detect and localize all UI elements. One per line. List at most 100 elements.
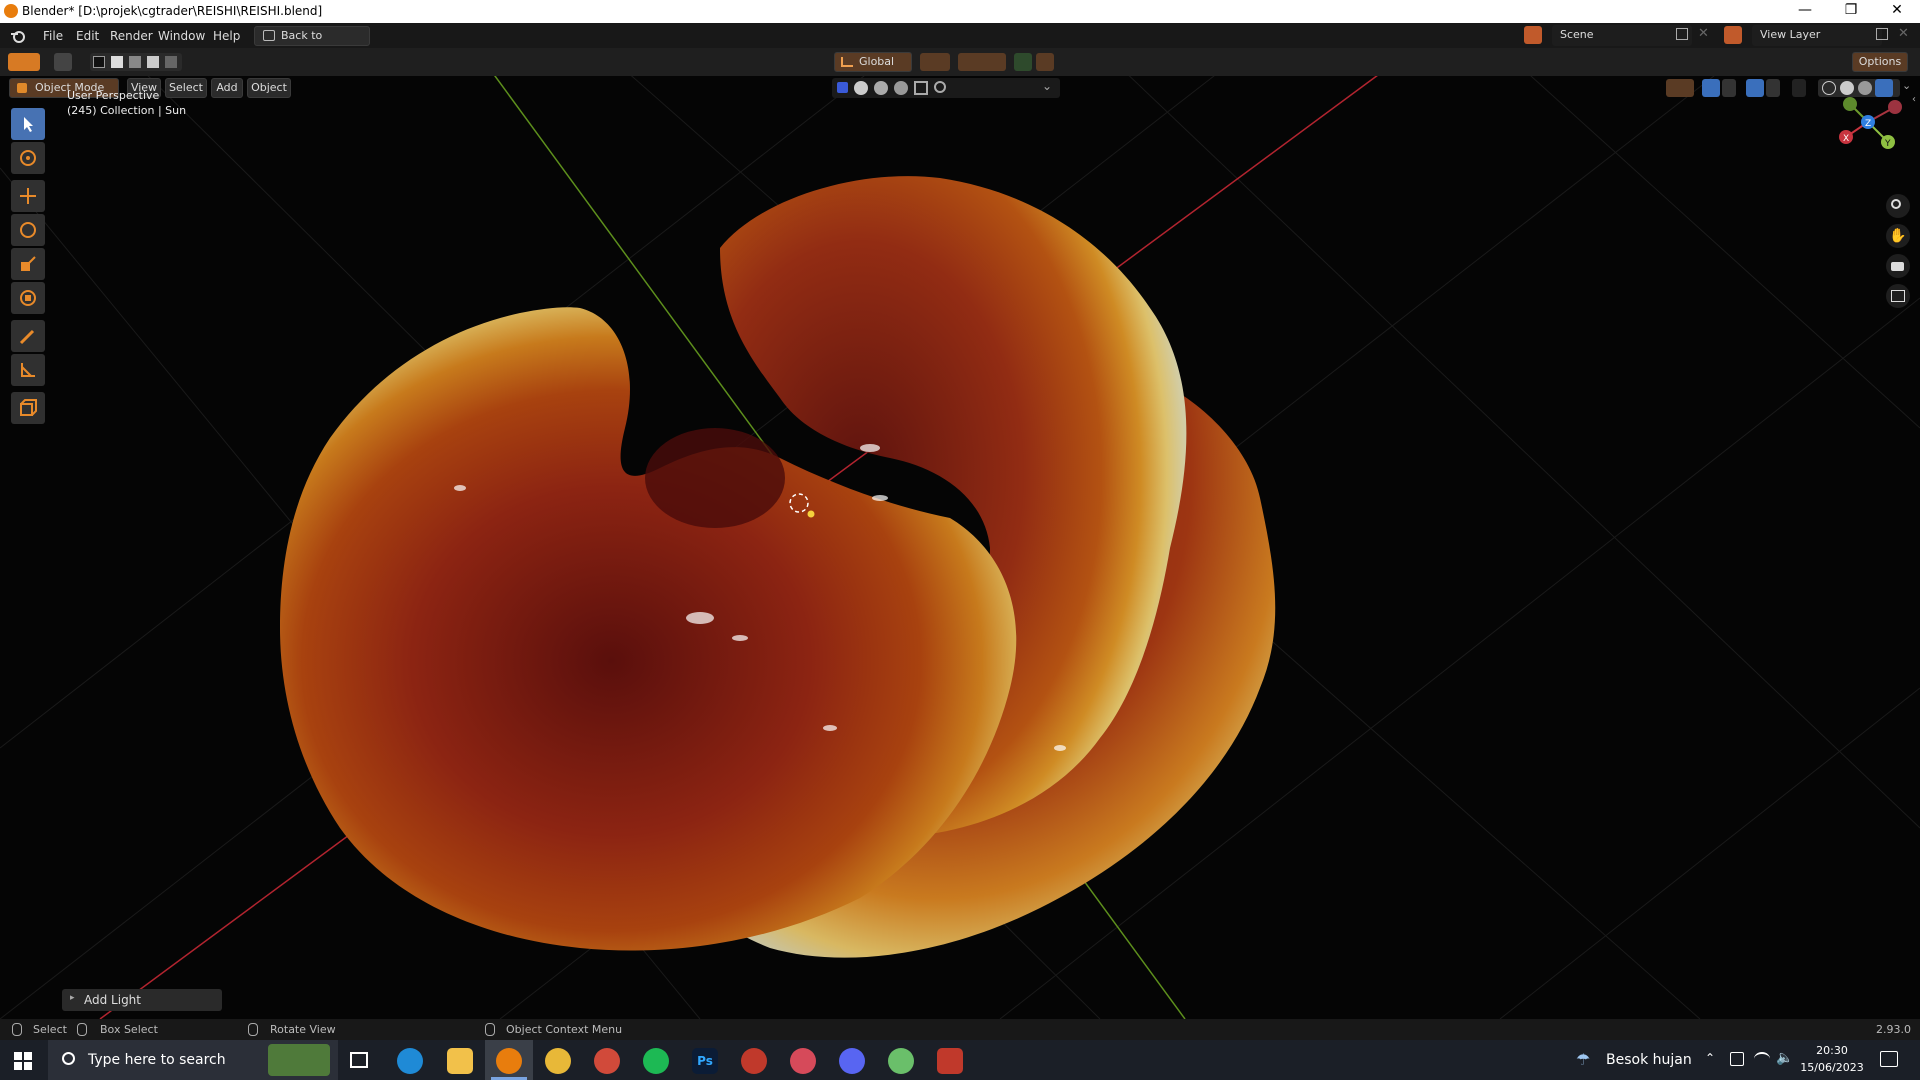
- volume-icon[interactable]: 🔈: [1776, 1050, 1793, 1066]
- new-view-layer-icon[interactable]: [1876, 28, 1888, 40]
- selection-mode-icons[interactable]: [90, 53, 182, 71]
- close-button[interactable]: ✕: [1874, 0, 1920, 23]
- pivot-point-icon[interactable]: [920, 53, 950, 71]
- scene-icon[interactable]: [1524, 26, 1542, 44]
- taskbar-search-box[interactable]: Type here to search: [48, 1040, 338, 1080]
- zoom-icon[interactable]: [1886, 194, 1910, 218]
- taskbar-search-placeholder: Type here to search: [88, 1052, 226, 1068]
- overlay-dropdown-icon[interactable]: [1766, 79, 1780, 97]
- visibility-icon[interactable]: [1666, 79, 1694, 97]
- back-to-previous-button[interactable]: Back to Previous: [254, 26, 370, 60]
- tool-measure[interactable]: [11, 354, 45, 386]
- tray-expand-icon[interactable]: ⌃: [1705, 1051, 1715, 1065]
- mode-intersect-icon[interactable]: [165, 56, 177, 68]
- tool-rotate[interactable]: [11, 214, 45, 246]
- proportional-edit-icon[interactable]: [1014, 53, 1032, 71]
- mouse-middle-icon: [248, 1023, 258, 1036]
- gizmo-toggle-icon[interactable]: [1702, 79, 1720, 97]
- add-menu[interactable]: Add: [211, 78, 243, 98]
- filter-chevron-icon[interactable]: ⌄: [1042, 79, 1052, 93]
- falloff-icon[interactable]: [1036, 53, 1054, 71]
- blender-taskbar-icon[interactable]: [496, 1048, 522, 1074]
- select-tool-icon[interactable]: [54, 53, 72, 71]
- world-filter-icon[interactable]: [894, 81, 908, 95]
- spotify-icon[interactable]: [643, 1048, 669, 1074]
- object-menu[interactable]: Object: [247, 78, 291, 98]
- delete-view-layer-icon[interactable]: ✕: [1898, 26, 1909, 41]
- blender-logo-icon: [4, 4, 18, 18]
- app-icon-12[interactable]: [937, 1048, 963, 1074]
- wifi-icon[interactable]: [1754, 1052, 1770, 1066]
- chrome-profile-icon[interactable]: [594, 1048, 620, 1074]
- tool-cursor[interactable]: [11, 142, 45, 174]
- menu-help[interactable]: Help: [206, 27, 247, 45]
- 3d-viewport[interactable]: Global Options Object Mode View Select A…: [0, 48, 1920, 1019]
- pan-hand-icon[interactable]: ✋: [1886, 224, 1910, 248]
- transform-orientation-dropdown[interactable]: Global: [834, 52, 912, 72]
- solid-shading-icon[interactable]: [1840, 81, 1854, 95]
- light-filter-icon[interactable]: [874, 81, 888, 95]
- windows-start-icon[interactable]: [14, 1052, 32, 1070]
- menu-edit[interactable]: Edit: [69, 27, 106, 45]
- tool-add-cube[interactable]: [11, 392, 45, 424]
- overlay-toggle-icon[interactable]: [1746, 79, 1764, 97]
- sidebar-toggle-icon[interactable]: ‹: [1912, 94, 1916, 105]
- shading-dropdown-icon[interactable]: ⌄: [1902, 79, 1911, 92]
- xray-icon[interactable]: [1792, 79, 1806, 97]
- blender-menu-icon[interactable]: [10, 28, 26, 44]
- select-menu[interactable]: Select: [165, 78, 207, 98]
- notification-icon[interactable]: [1880, 1051, 1898, 1067]
- tray-device-icon[interactable]: [1730, 1052, 1744, 1066]
- tool-select-box[interactable]: [11, 108, 45, 140]
- view-layer-field[interactable]: View Layer: [1752, 25, 1882, 46]
- mode-difference-icon[interactable]: [147, 56, 159, 68]
- file-explorer-icon[interactable]: [447, 1048, 473, 1074]
- weather-text[interactable]: Besok hujan: [1606, 1052, 1692, 1068]
- navigation-gizmo[interactable]: X Y Z: [1822, 94, 1902, 164]
- photoshop-icon[interactable]: Ps: [692, 1048, 718, 1074]
- gizmo-neg-x[interactable]: [1888, 100, 1902, 114]
- app-icon-9[interactable]: [790, 1048, 816, 1074]
- wireframe-shading-icon[interactable]: [1822, 81, 1836, 95]
- material-shading-icon[interactable]: [1858, 81, 1872, 95]
- camera-filter-icon[interactable]: [914, 81, 928, 95]
- edge-icon[interactable]: [397, 1048, 423, 1074]
- view-layer-icon[interactable]: [1724, 26, 1742, 44]
- object-type-filter[interactable]: ⌄: [832, 78, 1060, 98]
- menu-file[interactable]: File: [36, 27, 70, 45]
- perspective-toggle-icon[interactable]: [1886, 284, 1910, 308]
- mode-subtract-icon[interactable]: [129, 56, 141, 68]
- tool-transform[interactable]: [11, 282, 45, 314]
- clock-date[interactable]: 15/06/2023: [1800, 1061, 1864, 1074]
- app-icon-11[interactable]: [888, 1048, 914, 1074]
- menu-window[interactable]: Window: [151, 27, 212, 45]
- chrome-app-icon[interactable]: [741, 1048, 767, 1074]
- delete-scene-icon[interactable]: ✕: [1698, 26, 1709, 41]
- material-filter-icon[interactable]: [854, 81, 868, 95]
- editor-type-icon[interactable]: [8, 53, 40, 71]
- discord-icon[interactable]: [839, 1048, 865, 1074]
- chrome-icon[interactable]: [545, 1048, 571, 1074]
- mode-extend-icon[interactable]: [111, 56, 123, 68]
- tool-move[interactable]: [11, 180, 45, 212]
- options-dropdown[interactable]: Options: [1852, 52, 1908, 72]
- scene-field[interactable]: Scene: [1552, 25, 1692, 46]
- new-scene-icon[interactable]: [1676, 28, 1688, 40]
- mode-set-icon[interactable]: [93, 56, 105, 68]
- search-icon[interactable]: [934, 81, 946, 93]
- operator-expand-icon[interactable]: ▸: [70, 993, 75, 1003]
- maximize-button[interactable]: ❐: [1828, 0, 1874, 23]
- tool-scale[interactable]: [11, 248, 45, 280]
- gizmo-neg-y[interactable]: [1843, 97, 1857, 111]
- operator-panel[interactable]: ▸ Add Light: [62, 989, 222, 1011]
- mesh-filter-icon[interactable]: [837, 82, 848, 93]
- task-view-icon[interactable]: [350, 1052, 368, 1068]
- minimize-button[interactable]: —: [1782, 0, 1828, 23]
- tool-annotate[interactable]: [11, 320, 45, 352]
- gizmo-dropdown-icon[interactable]: [1722, 79, 1736, 97]
- clock-time[interactable]: 20:30: [1800, 1044, 1864, 1057]
- reishi-model[interactable]: [280, 176, 1276, 958]
- weather-rain-icon[interactable]: ☂: [1576, 1050, 1598, 1070]
- camera-view-icon[interactable]: [1886, 254, 1910, 278]
- snapping-icon[interactable]: [958, 53, 1006, 71]
